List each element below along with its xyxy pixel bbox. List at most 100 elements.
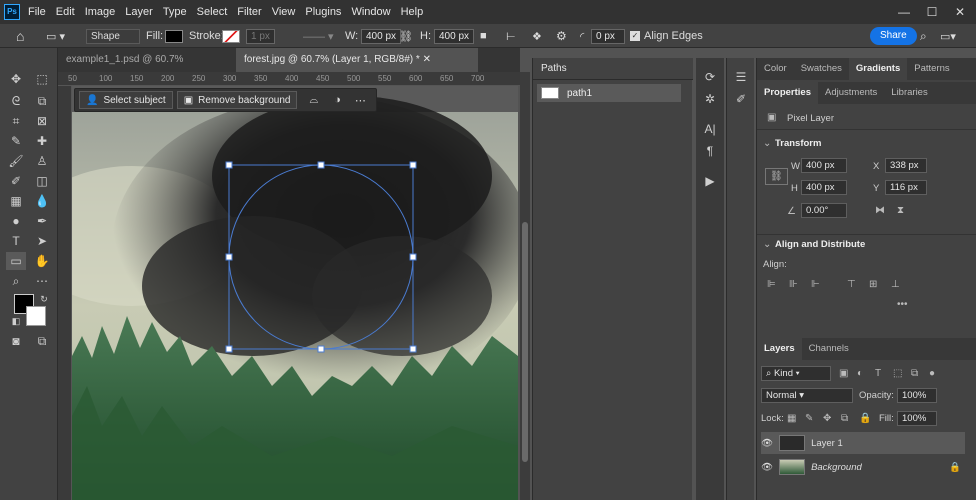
path-select-tool-icon[interactable]: ➤ [32, 232, 52, 250]
menu-select[interactable]: Select [197, 6, 228, 18]
lock-all-icon[interactable]: 🔒 [859, 413, 871, 424]
maximize-icon[interactable]: ☐ [918, 0, 946, 24]
actions-icon[interactable]: ✲ [700, 90, 720, 108]
tab-paths[interactable]: Paths [533, 58, 693, 80]
filter-pixel-icon[interactable]: ▣ [839, 368, 848, 379]
menu-image[interactable]: Image [85, 6, 116, 18]
tab-layers[interactable]: Layers [757, 338, 802, 360]
remove-background-button[interactable]: ▣ Remove background [176, 91, 298, 109]
chevron-down-icon[interactable]: ⌄ [763, 138, 771, 149]
move-tool-icon[interactable]: ✥ [6, 70, 26, 88]
angle-field[interactable]: 0.00° [801, 203, 847, 218]
vertical-scrollbar[interactable] [520, 72, 530, 500]
y-field[interactable]: 116 px [885, 180, 927, 195]
eyedropper-tool-icon[interactable]: ✎ [6, 132, 26, 150]
chevron-down-icon[interactable]: ⌄ [763, 239, 771, 250]
lock-artboard-icon[interactable]: ⧉ [841, 413, 848, 424]
transform-icon[interactable]: ⌓ [309, 94, 318, 107]
crop-tool-icon[interactable]: ⌗ [6, 112, 26, 130]
align-center-h-icon[interactable]: ⊪ [789, 279, 798, 290]
quick-mask-icon[interactable]: ◙ [6, 332, 26, 350]
stamp-tool-icon[interactable]: ♙ [32, 152, 52, 170]
workspace-icon[interactable]: ▭▾ [940, 24, 956, 48]
more-tools-icon[interactable]: ⋯ [32, 272, 52, 290]
swap-colors-icon[interactable]: ↻ [34, 290, 54, 308]
gear-icon[interactable]: ⚙ [556, 24, 567, 48]
type-tool-icon[interactable]: T [6, 232, 26, 250]
eye-icon[interactable]: 👁 [761, 438, 773, 449]
blur-tool-icon[interactable]: 💧 [32, 192, 52, 210]
tab-patterns[interactable]: Patterns [907, 58, 956, 80]
stroke-width-field[interactable]: 1 px [246, 28, 275, 44]
align-top-icon[interactable]: ⊤ [847, 279, 856, 290]
align-right-icon[interactable]: ⊩ [811, 279, 820, 290]
path-arrangement-icon[interactable]: ❖ [532, 24, 542, 48]
layer-row[interactable]: 👁 Layer 1 [761, 432, 965, 454]
default-colors-icon[interactable]: ◧ [6, 312, 26, 330]
h-field[interactable]: 400 px [801, 180, 847, 195]
character-icon[interactable]: A| [700, 120, 720, 138]
blend-mode-dropdown[interactable]: Normal ▾ [761, 388, 853, 403]
flip-vertical-icon[interactable]: ⧗ [897, 205, 904, 216]
kind-dropdown[interactable]: ⌕ Kind ▾ [761, 366, 831, 381]
opacity-field[interactable]: 100% [897, 388, 937, 403]
object-select-tool-icon[interactable]: ⧉ [32, 92, 52, 110]
align-middle-v-icon[interactable]: ⊞ [869, 279, 877, 290]
lock-image-icon[interactable]: ✎ [805, 413, 813, 424]
menu-window[interactable]: Window [351, 6, 390, 18]
lock-position-icon[interactable]: ✥ [823, 413, 831, 424]
path-operations-icon[interactable]: ■ [480, 24, 487, 48]
home-icon[interactable]: ⌂ [16, 24, 24, 48]
transform-handle[interactable] [409, 161, 417, 169]
w-field[interactable]: 400 px [801, 158, 847, 173]
history-brush-icon[interactable]: ✐ [6, 172, 26, 190]
path-item[interactable]: path1 [537, 84, 681, 102]
transform-handle[interactable] [225, 345, 233, 353]
shape-tool-preset-icon[interactable]: ▭ ▾ [46, 24, 65, 48]
more-options-icon[interactable]: ⋯ [355, 94, 366, 107]
lock-transparent-icon[interactable]: ▦ [787, 413, 796, 424]
brush-tool-icon[interactable]: 🖌 [6, 152, 26, 170]
filter-adjustment-icon[interactable]: ◐ [857, 368, 863, 379]
history-icon[interactable]: ⟳ [700, 68, 720, 86]
close-icon[interactable]: ✕ [423, 54, 431, 65]
menu-plugins[interactable]: Plugins [305, 6, 341, 18]
path-alignment-icon[interactable]: ⊢ [506, 24, 516, 48]
fill-swatch[interactable] [165, 29, 183, 43]
transform-handle[interactable] [409, 345, 417, 353]
eraser-tool-icon[interactable]: ◫ [32, 172, 52, 190]
tab-adjustments[interactable]: Adjustments [818, 82, 884, 104]
link-icon[interactable]: ⛓ [399, 24, 413, 48]
play-icon[interactable]: ▶ [700, 172, 720, 190]
more-options-icon[interactable]: ••• [897, 299, 908, 310]
transform-handle[interactable] [225, 253, 233, 261]
link-icon[interactable]: ⛓ [765, 168, 788, 185]
select-subject-button[interactable]: 👤 Select subject [79, 91, 173, 109]
menu-edit[interactable]: Edit [56, 6, 75, 18]
share-button[interactable]: Share [870, 27, 917, 45]
transform-handle[interactable] [317, 161, 325, 169]
menu-view[interactable]: View [272, 6, 296, 18]
zoom-tool-icon[interactable]: ⌕ [6, 272, 26, 290]
minimize-icon[interactable]: — [890, 0, 918, 24]
menu-type[interactable]: Type [163, 6, 187, 18]
transform-handle[interactable] [409, 253, 417, 261]
background-color-swatch[interactable] [26, 306, 46, 326]
mask-icon[interactable]: ◑ [334, 94, 341, 106]
dodge-tool-icon[interactable]: ● [6, 212, 26, 230]
pen-tool-icon[interactable]: ✒ [32, 212, 52, 230]
tab-properties[interactable]: Properties [757, 82, 818, 104]
tab-gradients[interactable]: Gradients [848, 58, 908, 80]
tab-channels[interactable]: Channels [802, 338, 856, 360]
gradient-tool-icon[interactable]: ▦ [6, 192, 26, 210]
healing-tool-icon[interactable]: ✚ [32, 132, 52, 150]
tab-example1[interactable]: example1_1.psd @ 60.7% (RGB/8#) ✕ [58, 48, 232, 89]
fill-field[interactable]: 100% [897, 411, 937, 426]
menu-help[interactable]: Help [401, 6, 424, 18]
document-canvas[interactable] [72, 86, 518, 500]
eye-icon[interactable]: 👁 [761, 462, 773, 473]
frame-tool-icon[interactable]: ⊠ [32, 112, 52, 130]
layer-row[interactable]: 👁 Background 🔒 [761, 456, 965, 478]
filter-smart-object-icon[interactable]: ⧉ [911, 368, 918, 379]
close-icon[interactable]: ✕ [946, 0, 974, 24]
